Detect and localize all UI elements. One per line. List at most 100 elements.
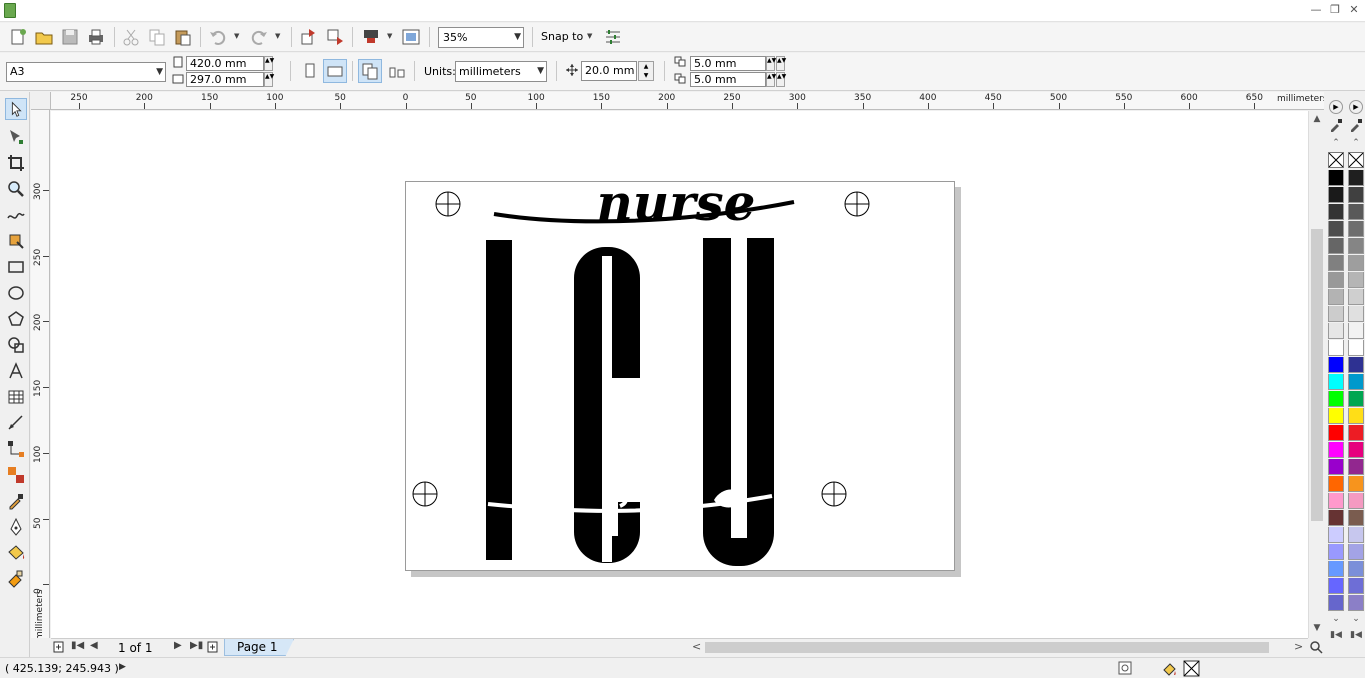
- color-swatch[interactable]: [1348, 493, 1364, 509]
- color-swatch[interactable]: [1328, 578, 1344, 594]
- script-word-top[interactable]: nurse: [596, 182, 755, 232]
- color-swatch[interactable]: [1328, 374, 1344, 390]
- color-swatch[interactable]: [1328, 323, 1344, 339]
- page-width-field[interactable]: 420.0 mm: [186, 56, 264, 71]
- color-swatch[interactable]: [1328, 238, 1344, 254]
- portrait-button[interactable]: [298, 59, 322, 83]
- palette-scroll-up-icon[interactable]: ⌃: [1348, 138, 1364, 148]
- color-swatch[interactable]: [1328, 493, 1344, 509]
- palette-scroll-down-icon[interactable]: ⌄: [1348, 614, 1364, 624]
- palette-scroll-up-icon[interactable]: ⌃: [1328, 138, 1344, 148]
- dimension-tool-icon[interactable]: [5, 412, 27, 434]
- outline-pen-tool-icon[interactable]: [5, 516, 27, 538]
- add-page-after-icon[interactable]: [207, 641, 219, 653]
- nudge-spinner[interactable]: ▲ ▼: [638, 61, 654, 81]
- palette-scroll-down-icon[interactable]: ⌄: [1328, 614, 1344, 624]
- color-swatch[interactable]: [1348, 527, 1364, 543]
- registration-mark-bottom-right[interactable]: [821, 481, 847, 507]
- duplicate-x-field[interactable]: 5.0 mm: [690, 56, 766, 71]
- palette-menu-icon[interactable]: ▶: [1329, 100, 1343, 114]
- vertical-scroll-thumb[interactable]: [1311, 229, 1323, 521]
- color-swatch[interactable]: [1348, 255, 1364, 271]
- undo-dropdown-icon[interactable]: ▼: [234, 31, 242, 41]
- color-swatch[interactable]: [1348, 442, 1364, 458]
- color-swatch[interactable]: [1328, 306, 1344, 322]
- color-swatch[interactable]: [1328, 476, 1344, 492]
- color-swatch[interactable]: [1348, 289, 1364, 305]
- add-page-before-icon[interactable]: [53, 641, 65, 653]
- duplicate-x-spinner-alt[interactable]: ▲▼: [776, 56, 786, 71]
- landscape-button[interactable]: [323, 59, 347, 83]
- scroll-right-icon[interactable]: >: [1294, 640, 1303, 653]
- color-swatch[interactable]: [1348, 374, 1364, 390]
- color-swatch[interactable]: [1328, 255, 1344, 271]
- undo-icon[interactable]: [208, 27, 228, 47]
- publish-dropdown-icon[interactable]: ▼: [387, 31, 395, 41]
- restore-icon[interactable]: ❐: [1328, 2, 1342, 18]
- color-swatch[interactable]: [1328, 442, 1344, 458]
- chevron-down-icon[interactable]: ▼: [514, 28, 521, 47]
- color-swatch[interactable]: [1348, 459, 1364, 475]
- palette-menu-icon[interactable]: ▶: [1349, 100, 1363, 114]
- connector-tool-icon[interactable]: [5, 438, 27, 460]
- first-page-icon[interactable]: ▮◀: [71, 640, 84, 651]
- color-swatch[interactable]: [1348, 408, 1364, 424]
- color-swatch[interactable]: [1328, 357, 1344, 373]
- color-swatch[interactable]: [1348, 510, 1364, 526]
- vertical-scrollbar[interactable]: ▲ ▼: [1308, 111, 1324, 638]
- color-swatch[interactable]: [1328, 544, 1344, 560]
- previous-page-icon[interactable]: ◀: [90, 640, 98, 651]
- scroll-down-icon[interactable]: ▼: [1309, 623, 1325, 633]
- full-screen-preview-icon[interactable]: [401, 27, 421, 47]
- height-spinner[interactable]: ▲▼: [264, 72, 274, 87]
- width-spinner[interactable]: ▲▼: [264, 56, 274, 71]
- interactive-fill-tool-icon[interactable]: [5, 568, 27, 590]
- cut-icon[interactable]: [121, 27, 141, 47]
- color-swatch[interactable]: [1328, 221, 1344, 237]
- eyedropper-tool-icon[interactable]: [5, 490, 27, 512]
- color-swatch[interactable]: [1348, 595, 1364, 611]
- vertical-ruler[interactable]: millimeters 300 250 200 150 100 50 0: [31, 110, 50, 638]
- color-swatch[interactable]: [1348, 221, 1364, 237]
- palette-expand-icon[interactable]: ▮◀: [1328, 630, 1344, 640]
- new-document-icon[interactable]: [8, 27, 28, 47]
- export-icon[interactable]: [325, 27, 345, 47]
- import-icon[interactable]: [299, 27, 319, 47]
- color-swatch[interactable]: [1328, 204, 1344, 220]
- color-swatch[interactable]: [1328, 187, 1344, 203]
- last-page-icon[interactable]: ▶▮: [190, 640, 203, 651]
- color-swatch[interactable]: [1348, 391, 1364, 407]
- color-swatch[interactable]: [1348, 544, 1364, 560]
- color-swatch[interactable]: [1348, 425, 1364, 441]
- paste-icon[interactable]: [173, 27, 193, 47]
- text-tool-icon[interactable]: [5, 360, 27, 382]
- color-swatch[interactable]: [1348, 187, 1364, 203]
- eyedropper-icon[interactable]: [1329, 118, 1343, 132]
- print-icon[interactable]: [86, 27, 106, 47]
- units-combo[interactable]: millimeters ▼: [455, 61, 547, 82]
- color-swatch[interactable]: [1328, 527, 1344, 543]
- freehand-tool-icon[interactable]: [5, 204, 27, 226]
- color-swatch[interactable]: [1348, 238, 1364, 254]
- color-swatch[interactable]: [1328, 272, 1344, 288]
- nudge-distance-field[interactable]: 20.0 mm: [581, 61, 637, 81]
- color-proof-icon[interactable]: [1118, 661, 1132, 675]
- color-swatch[interactable]: [1328, 408, 1344, 424]
- color-swatch[interactable]: [1348, 204, 1364, 220]
- color-swatch[interactable]: [1348, 170, 1364, 186]
- options-icon[interactable]: [603, 27, 623, 47]
- redo-icon[interactable]: [249, 27, 269, 47]
- color-swatch[interactable]: [1348, 340, 1364, 356]
- drawing-canvas[interactable]: nurse: [51, 111, 1308, 638]
- current-page-button[interactable]: [385, 59, 409, 83]
- color-swatch[interactable]: [1328, 510, 1344, 526]
- ellipse-tool-icon[interactable]: [5, 282, 27, 304]
- rectangle-tool-icon[interactable]: [5, 256, 27, 278]
- zoom-navigator-icon[interactable]: [1309, 640, 1323, 654]
- eyedropper-icon[interactable]: [1349, 118, 1363, 132]
- snap-to-button[interactable]: Snap to: [541, 30, 583, 43]
- all-pages-button[interactable]: [358, 59, 382, 83]
- color-swatch[interactable]: [1328, 170, 1344, 186]
- page-size-combo[interactable]: A3 ▼: [6, 62, 166, 82]
- fill-tool-icon[interactable]: [5, 542, 27, 564]
